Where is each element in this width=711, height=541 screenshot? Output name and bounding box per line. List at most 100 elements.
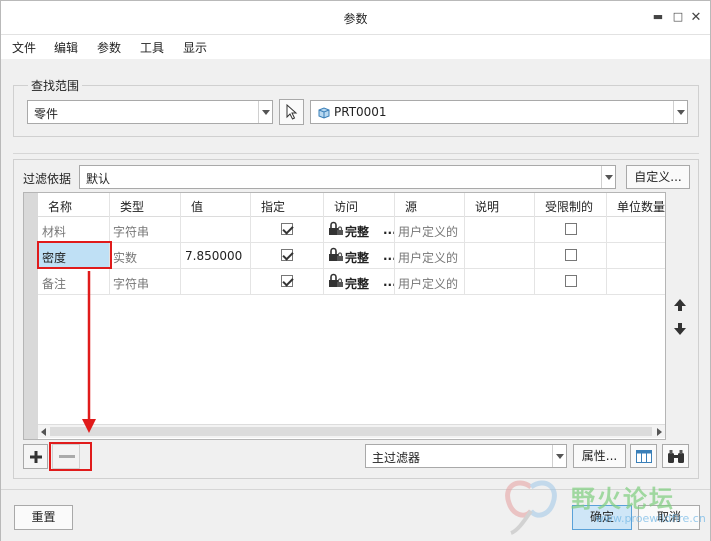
chevron-down-icon xyxy=(258,101,272,123)
cell-designate[interactable] xyxy=(251,243,324,268)
cell-value[interactable]: 7.850000 xyxy=(181,243,251,268)
cell-type[interactable]: 实数 xyxy=(110,243,181,268)
parameters-table: 名称 类型 值 指定 访问 源 说明 受限制的 单位数量 材料 字符串 完整 .… xyxy=(23,192,666,440)
cell-source[interactable]: 用户定义的 xyxy=(395,217,465,242)
binoculars-icon xyxy=(668,450,684,463)
parameters-dialog: 参数 ▬ □ ✕ 文件 编辑 参数 工具 显示 查找范围 零件 PRT0001 … xyxy=(0,0,711,541)
table-row[interactable]: 密度 实数 7.850000 完整 ... 用户定义的 xyxy=(38,243,665,269)
cell-name[interactable]: 材料 xyxy=(38,217,110,242)
column-header-value[interactable]: 值 xyxy=(181,193,251,217)
cell-designate[interactable] xyxy=(251,269,324,294)
column-header-designate[interactable]: 指定 xyxy=(251,193,324,217)
table-row[interactable]: 备注 字符串 完整 ... 用户定义的 xyxy=(38,269,665,295)
menu-display[interactable]: 显示 xyxy=(183,39,207,56)
cell-designate[interactable] xyxy=(251,217,324,242)
designate-checkbox[interactable] xyxy=(281,249,293,261)
cell-restricted[interactable] xyxy=(535,217,607,242)
column-header-name[interactable]: 名称 xyxy=(38,193,110,217)
cursor-arrow-icon xyxy=(286,104,298,120)
chevron-down-icon xyxy=(673,101,687,123)
column-header-type[interactable]: 类型 xyxy=(110,193,181,217)
cell-restricted[interactable] xyxy=(535,243,607,268)
table-header: 名称 类型 值 指定 访问 源 说明 受限制的 单位数量 xyxy=(38,193,665,217)
cell-access[interactable]: 完整 ... xyxy=(324,243,395,268)
cell-name[interactable]: 备注 xyxy=(38,269,110,294)
access-more[interactable]: ... xyxy=(383,249,394,263)
menu-parameters[interactable]: 参数 xyxy=(97,39,121,56)
title-bar: 参数 ▬ □ ✕ xyxy=(1,1,710,35)
scroll-right-icon[interactable] xyxy=(657,428,662,436)
designate-checkbox[interactable] xyxy=(281,223,293,235)
main-filter-value: 主过滤器 xyxy=(372,451,421,465)
table-columns-icon xyxy=(636,450,652,463)
cell-unit-quantity[interactable] xyxy=(607,243,665,268)
cell-type[interactable]: 字符串 xyxy=(110,217,181,242)
maximize-icon[interactable]: □ xyxy=(671,10,685,24)
part-icon xyxy=(318,107,330,119)
restricted-checkbox[interactable] xyxy=(565,275,577,287)
select-pointer-button[interactable] xyxy=(279,99,304,125)
chevron-down-icon xyxy=(601,166,615,188)
menu-tools[interactable]: 工具 xyxy=(140,39,164,56)
annotation-arrow xyxy=(82,271,96,433)
filter-label: 过滤依据 xyxy=(23,172,72,186)
customize-button[interactable]: 自定义... xyxy=(626,165,690,189)
minimize-icon[interactable]: ▬ xyxy=(651,10,665,24)
reset-button[interactable]: 重置 xyxy=(14,505,73,530)
close-icon[interactable]: ✕ xyxy=(689,10,703,25)
column-header-source[interactable]: 源 xyxy=(395,193,465,217)
section-divider xyxy=(13,153,699,154)
cell-type[interactable]: 字符串 xyxy=(110,269,181,294)
menu-file[interactable]: 文件 xyxy=(12,39,36,56)
move-up-icon[interactable] xyxy=(673,298,687,312)
cell-value[interactable] xyxy=(181,269,251,294)
designate-checkbox[interactable] xyxy=(281,275,293,287)
watermark-text: 野火论坛 xyxy=(571,485,675,513)
menu-edit[interactable]: 编辑 xyxy=(54,39,78,56)
cell-description[interactable] xyxy=(465,269,535,294)
properties-button[interactable]: 属性... xyxy=(573,444,626,468)
row-header-strip xyxy=(24,193,38,439)
cell-source[interactable]: 用户定义的 xyxy=(395,243,465,268)
cell-description[interactable] xyxy=(465,243,535,268)
column-header-access[interactable]: 访问 xyxy=(324,193,395,217)
column-header-description[interactable]: 说明 xyxy=(465,193,535,217)
cell-description[interactable] xyxy=(465,217,535,242)
plus-icon xyxy=(30,451,42,463)
filter-select[interactable]: 默认 xyxy=(79,165,616,189)
cell-source[interactable]: 用户定义的 xyxy=(395,269,465,294)
move-down-icon[interactable] xyxy=(673,322,687,336)
access-more[interactable]: ... xyxy=(383,275,394,289)
horizontal-scrollbar[interactable] xyxy=(38,424,665,438)
restricted-checkbox[interactable] xyxy=(565,223,577,235)
access-value: 完整 xyxy=(345,225,370,239)
cell-value[interactable] xyxy=(181,217,251,242)
menu-bar: 文件 编辑 参数 工具 显示 xyxy=(1,35,710,59)
column-header-restricted[interactable]: 受限制的 xyxy=(535,193,607,217)
cell-unit-quantity[interactable] xyxy=(607,217,665,242)
table-row[interactable]: 材料 字符串 完整 ... 用户定义的 xyxy=(38,217,665,243)
scroll-left-icon[interactable] xyxy=(41,428,46,436)
restricted-checkbox[interactable] xyxy=(565,249,577,261)
add-parameter-button[interactable] xyxy=(23,444,48,469)
access-value: 完整 xyxy=(345,251,370,265)
scope-select-value: 零件 xyxy=(34,107,59,121)
access-more[interactable]: ... xyxy=(383,223,394,237)
watermark-url: www.proewildfire.cn xyxy=(595,512,706,525)
cell-access[interactable]: 完整 ... xyxy=(324,217,395,242)
scrollbar-thumb[interactable] xyxy=(50,427,652,436)
cell-access[interactable]: 完整 ... xyxy=(324,269,395,294)
cell-unit-quantity[interactable] xyxy=(607,269,665,294)
chevron-down-icon xyxy=(552,445,566,467)
lock-icon xyxy=(329,247,343,261)
cell-restricted[interactable] xyxy=(535,269,607,294)
watermark-logo xyxy=(505,480,557,535)
find-button[interactable] xyxy=(662,444,689,468)
main-filter-select[interactable]: 主过滤器 xyxy=(365,444,567,468)
scope-select[interactable]: 零件 xyxy=(27,100,273,124)
columns-button[interactable] xyxy=(630,444,657,468)
model-select[interactable]: PRT0001 xyxy=(310,100,688,124)
access-value: 完整 xyxy=(345,277,370,291)
annotation-highlight-box xyxy=(37,241,112,269)
column-header-unit-quantity[interactable]: 单位数量 xyxy=(607,193,665,217)
